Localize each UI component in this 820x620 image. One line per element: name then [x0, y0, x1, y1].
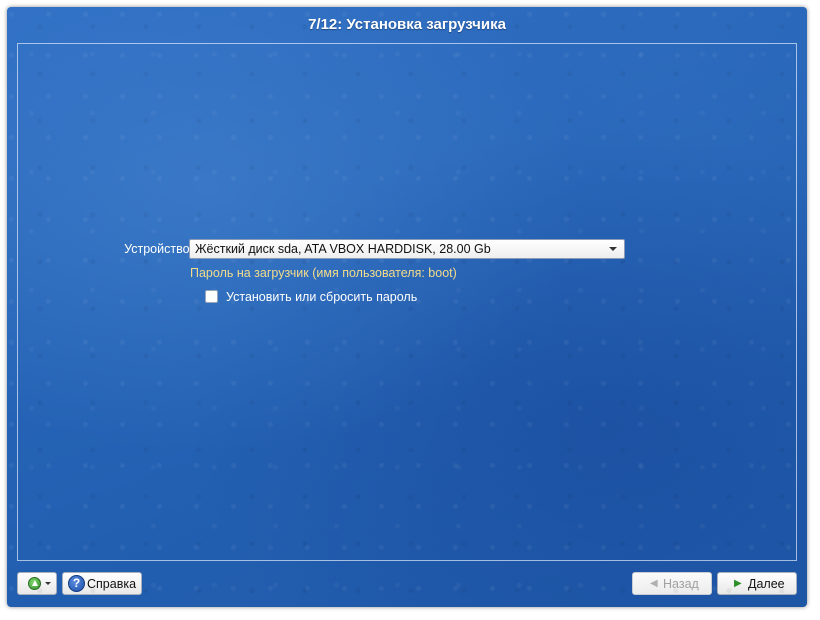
language-menu-button[interactable]: [17, 572, 57, 595]
set-password-checkbox[interactable]: [205, 290, 218, 303]
content-frame: Устройство: Жёсткий диск sda, ATA VBOX H…: [17, 43, 797, 561]
device-select-value: Жёсткий диск sda, ATA VBOX HARDDISK, 28.…: [195, 242, 491, 256]
bootloader-password-hint: Пароль на загрузчик (имя пользователя: b…: [190, 266, 457, 280]
chevron-right-icon: ▶: [734, 578, 742, 589]
device-label: Устройство:: [124, 242, 193, 256]
next-button[interactable]: ▶ Далее: [717, 572, 797, 595]
back-button-label: Назад: [663, 577, 699, 591]
chevron-down-icon: [45, 582, 51, 585]
help-button-label: Справка: [87, 577, 137, 591]
chevron-left-icon: ◀: [650, 578, 658, 589]
back-button[interactable]: ◀ Назад: [632, 572, 712, 595]
help-button[interactable]: ? Справка: [62, 572, 142, 595]
installer-window: 7/12: Установка загрузчика Устройство: Ж…: [7, 7, 807, 607]
next-button-label: Далее: [748, 577, 785, 591]
up-arrow-circle-icon: [28, 577, 41, 590]
set-password-label: Установить или сбросить пароль: [226, 290, 418, 304]
window-title: 7/12: Установка загрузчика: [308, 16, 506, 33]
chevron-down-icon: [609, 247, 617, 251]
question-circle-icon: ?: [68, 575, 85, 592]
device-select[interactable]: Жёсткий диск sda, ATA VBOX HARDDISK, 28.…: [189, 239, 625, 259]
